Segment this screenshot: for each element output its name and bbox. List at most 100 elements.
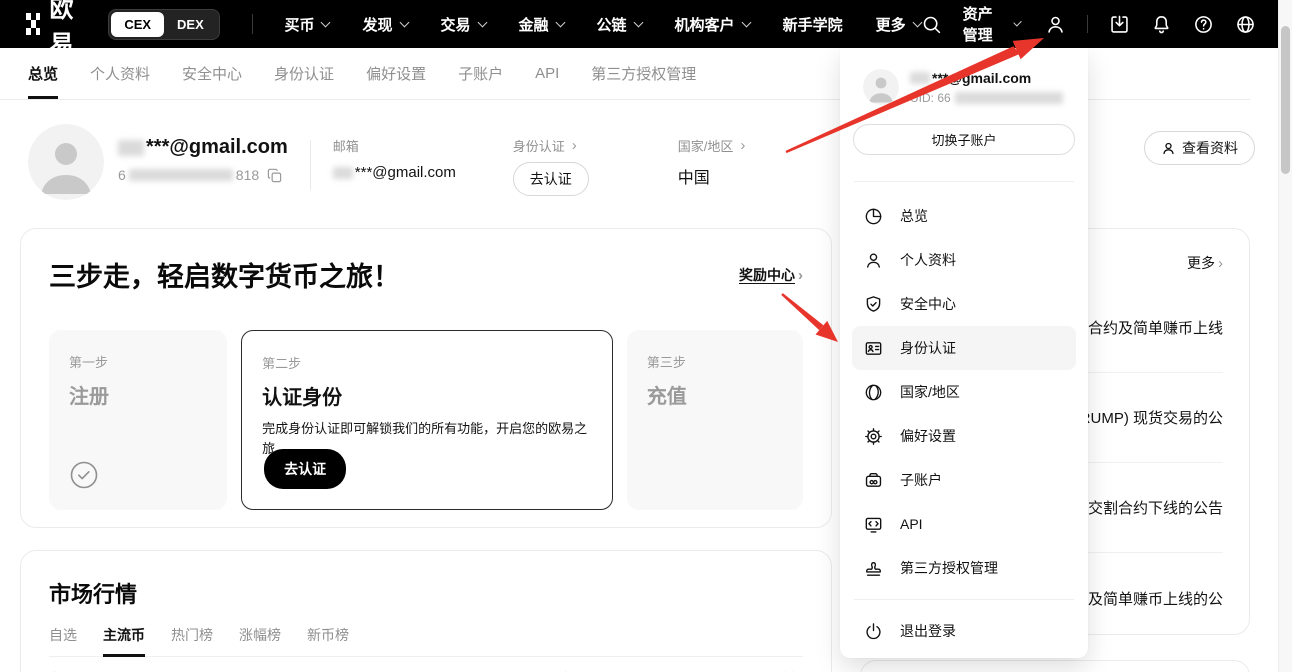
email-label: 邮箱 bbox=[333, 136, 491, 155]
nav-item-chains[interactable]: 公链 bbox=[597, 14, 642, 35]
menu-label: 子账户 bbox=[900, 470, 942, 490]
column-change: 涨跌幅 bbox=[588, 668, 803, 672]
avatar bbox=[863, 69, 899, 105]
brand-name: 欧易 bbox=[49, 0, 82, 59]
copy-icon[interactable] bbox=[267, 168, 282, 183]
menu-label: 身份认证 bbox=[900, 338, 956, 358]
menu-label: 第三方授权管理 bbox=[900, 558, 998, 578]
power-icon bbox=[864, 622, 883, 641]
chevron-down-icon bbox=[741, 17, 751, 27]
step-title: 注册 bbox=[69, 380, 207, 409]
onboarding-card: 三步走，轻启数字货币之旅！ 奖励中心› 第一步 注册 第二步 认证身份 完成身份… bbox=[20, 228, 832, 528]
market-tab-hot[interactable]: 热门榜 bbox=[171, 625, 213, 656]
menu-label: 总览 bbox=[900, 206, 928, 226]
step-title: 充值 bbox=[647, 380, 783, 409]
shield-check-icon bbox=[864, 295, 883, 314]
nav-item-institutional[interactable]: 机构客户 bbox=[675, 14, 750, 35]
stamp-icon bbox=[864, 559, 883, 578]
dropdown-item-preferences[interactable]: 偏好设置 bbox=[852, 414, 1076, 458]
toggle-dex[interactable]: DEX bbox=[164, 12, 217, 37]
market-tabs: 自选 主流币 热门榜 涨幅榜 新币榜 bbox=[49, 625, 803, 657]
switch-subaccount-button[interactable]: 切换子账户 bbox=[853, 124, 1075, 155]
globe-icon bbox=[864, 383, 883, 402]
chevron-right-icon: › bbox=[1218, 255, 1223, 272]
view-profile-button[interactable]: 查看资料 bbox=[1144, 131, 1255, 165]
dropdown-item-overview[interactable]: 总览 bbox=[852, 194, 1076, 238]
step-card-verify-identity: 第二步 认证身份 完成身份认证即可解锁我们的所有功能，开启您的欧易之旅。 去认证 bbox=[241, 330, 613, 510]
email-value: ***@gmail.com bbox=[333, 164, 491, 181]
top-navbar: 欧易 CEX DEX 买币 发现 交易 金融 公链 机构客户 新手学院 更多 bbox=[0, 0, 1292, 48]
nav-divider bbox=[1087, 15, 1088, 33]
dropdown-item-api[interactable]: API bbox=[852, 502, 1076, 546]
nav-item-discover[interactable]: 发现 bbox=[362, 14, 407, 35]
redacted-text bbox=[333, 167, 353, 179]
region-value: 中国 bbox=[678, 164, 806, 188]
menu-label: 退出登录 bbox=[900, 621, 956, 641]
redacted-text bbox=[129, 169, 233, 181]
dropdown-item-personal-info[interactable]: 个人资料 bbox=[852, 238, 1076, 282]
chevron-right-icon: › bbox=[740, 137, 745, 154]
step-number: 第三步 bbox=[647, 352, 783, 371]
market-tab-gainers[interactable]: 涨幅榜 bbox=[239, 625, 281, 656]
market-card: 市场行情 自选 主流币 热门榜 涨幅榜 新币榜 名称 最新价 涨跌幅 bbox=[20, 550, 832, 672]
account-email: ***@gmail.com bbox=[118, 136, 288, 159]
verify-now-button[interactable]: 去认证 bbox=[513, 162, 589, 196]
chevron-right-icon: › bbox=[572, 137, 577, 154]
kyc-label[interactable]: 身份认证› bbox=[513, 136, 656, 155]
card-below-announcements bbox=[860, 660, 1250, 672]
nav-item-more[interactable]: 更多 bbox=[876, 14, 921, 35]
step-card-register: 第一步 注册 bbox=[49, 330, 227, 510]
market-tab-new[interactable]: 新币榜 bbox=[307, 625, 349, 656]
redacted-text bbox=[955, 92, 1063, 104]
api-icon bbox=[864, 515, 883, 534]
dropdown-email: ***@gmail.com bbox=[910, 70, 1063, 86]
nav-divider bbox=[252, 14, 253, 34]
account-uid: 6 818 bbox=[118, 167, 288, 183]
step-title: 认证身份 bbox=[262, 381, 592, 410]
vertical-scrollbar[interactable] bbox=[1278, 0, 1292, 672]
market-tab-mainstream[interactable]: 主流币 bbox=[103, 625, 145, 656]
dropdown-item-subaccounts[interactable]: 子账户 bbox=[852, 458, 1076, 502]
assets-menu[interactable]: 资产管理 bbox=[963, 3, 1021, 45]
gear-icon bbox=[864, 427, 883, 446]
id-card-icon bbox=[864, 339, 883, 358]
nav-item-trade[interactable]: 交易 bbox=[441, 14, 486, 35]
profile-icon[interactable] bbox=[1045, 13, 1066, 35]
chevron-down-icon bbox=[321, 17, 331, 27]
download-app-icon[interactable] bbox=[1109, 13, 1130, 35]
menu-label: 安全中心 bbox=[900, 294, 956, 314]
nav-links: 买币 发现 交易 金融 公链 机构客户 新手学院 更多 bbox=[284, 14, 920, 35]
go-verify-button[interactable]: 去认证 bbox=[264, 449, 346, 489]
nav-item-finance[interactable]: 金融 bbox=[519, 14, 564, 35]
scrollbar-thumb[interactable] bbox=[1281, 26, 1290, 174]
toggle-cex[interactable]: CEX bbox=[111, 12, 164, 37]
market-table-header: 名称 最新价 涨跌幅 bbox=[49, 668, 803, 672]
nav-item-academy[interactable]: 新手学院 bbox=[783, 14, 843, 35]
divider bbox=[854, 181, 1074, 182]
dropdown-item-logout[interactable]: 退出登录 bbox=[852, 609, 1076, 653]
account-dropdown-menu: ***@gmail.com UID: 66 切换子账户 总览 个人资料 安全中心… bbox=[840, 48, 1088, 658]
column-last-price: 最新价 bbox=[358, 668, 588, 672]
onboarding-title: 三步走，轻启数字货币之旅！ bbox=[49, 255, 400, 294]
rewards-center-link[interactable]: 奖励中心› bbox=[739, 265, 803, 285]
market-title: 市场行情 bbox=[49, 577, 803, 609]
dropdown-item-region[interactable]: 国家/地区 bbox=[852, 370, 1076, 414]
dropdown-item-third-party-auth[interactable]: 第三方授权管理 bbox=[852, 546, 1076, 590]
subaccount-wallet-icon bbox=[864, 471, 883, 490]
nav-item-buy[interactable]: 买币 bbox=[284, 14, 329, 35]
menu-label: 偏好设置 bbox=[900, 426, 956, 446]
okx-logo[interactable]: 欧易 bbox=[26, 0, 82, 59]
column-name: 名称 bbox=[49, 668, 358, 672]
chevron-right-icon: › bbox=[798, 267, 803, 284]
dropdown-item-security-center[interactable]: 安全中心 bbox=[852, 282, 1076, 326]
dropdown-item-kyc[interactable]: 身份认证 bbox=[852, 326, 1076, 370]
notifications-bell-icon[interactable] bbox=[1151, 13, 1172, 35]
language-globe-icon[interactable] bbox=[1235, 13, 1256, 35]
check-circle-icon bbox=[69, 460, 99, 490]
market-tab-favorites[interactable]: 自选 bbox=[49, 625, 77, 656]
search-icon[interactable] bbox=[921, 13, 942, 35]
help-icon[interactable] bbox=[1193, 13, 1214, 35]
announcements-more-link[interactable]: 更多› bbox=[1187, 253, 1223, 273]
person-icon bbox=[864, 251, 883, 270]
region-label[interactable]: 国家/地区› bbox=[678, 136, 806, 155]
